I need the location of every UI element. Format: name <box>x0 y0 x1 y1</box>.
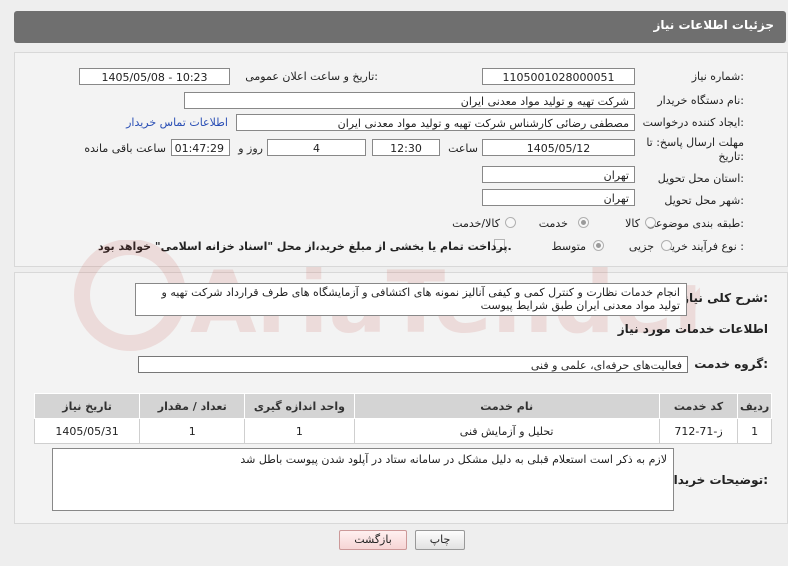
need-number-field[interactable]: 1105001028000051 <box>482 68 635 85</box>
page-header: جزئیات اطلاعات نیاز <box>14 11 786 43</box>
buyer-notes-label: توضیحات خریدار: <box>666 473 768 487</box>
category-goods-radio[interactable] <box>645 217 656 228</box>
remaining-time-field[interactable]: 01:47:29 <box>171 139 230 156</box>
process-medium-radio[interactable] <box>593 240 604 251</box>
category-service-radio[interactable] <box>578 217 589 228</box>
creator-label: ایجاد کننده درخواست: <box>642 116 744 129</box>
description-label: شرح کلی نیاز: <box>682 291 768 305</box>
city-label: شهر محل تحویل: <box>664 194 744 207</box>
print-button[interactable]: چاپ <box>415 530 465 550</box>
announce-label: تاریخ و ساعت اعلان عمومی: <box>245 70 378 83</box>
deadline-time-field[interactable]: 12:30 <box>372 139 440 156</box>
cell-need-date: 1405/05/31 <box>33 418 141 444</box>
category-label: طبقه بندی موضوعی: <box>646 217 744 230</box>
category-goods-service-radio[interactable] <box>505 217 516 228</box>
cell-service-name: تحلیل و آزمایش فنی <box>353 418 660 444</box>
col-need-date: تاریخ نیاز <box>33 393 141 419</box>
col-row: ردیف <box>737 393 772 419</box>
category-service-label: خدمت <box>538 217 568 230</box>
cell-row: 1 <box>737 418 772 444</box>
col-quantity: تعداد / مقدار <box>139 393 246 419</box>
services-table: ردیف کد خدمت نام خدمت واحد اندازه گیری ت… <box>33 393 772 444</box>
process-medium-label: متوسط <box>551 240 586 253</box>
need-number-label: شماره نیاز: <box>691 70 744 83</box>
remaining-time-label: ساعت باقی مانده <box>84 142 166 155</box>
cell-service-code: ز-71-712 <box>658 418 739 444</box>
process-minor-label: جزیی <box>628 240 654 253</box>
treasury-payment-note: پرداخت تمام یا بخشی از مبلغ خرید،از محل … <box>98 240 512 253</box>
col-service-name: نام خدمت <box>353 393 660 419</box>
services-heading: اطلاعات خدمات مورد نیاز <box>617 322 768 336</box>
creator-field[interactable]: مصطفی رضائی کارشناس شرکت تهیه و تولید مو… <box>236 114 635 131</box>
category-goods-service-label: کالا/خدمت <box>452 217 500 230</box>
buyer-notes-textarea[interactable]: لازم به ذکر است استعلام قبلی به دلیل مشک… <box>52 448 674 511</box>
remaining-days-field[interactable]: 4 <box>267 139 366 156</box>
buyer-org-field[interactable]: شرکت تهیه و تولید مواد معدنی ایران <box>184 92 635 109</box>
deadline-label-1: مهلت ارسال پاسخ: تا <box>646 136 744 149</box>
page-title: جزئیات اطلاعات نیاز <box>653 18 774 32</box>
days-label: روز و <box>238 142 263 155</box>
col-service-code: کد خدمت <box>658 393 739 419</box>
city-field[interactable]: تهران <box>482 189 635 206</box>
province-field[interactable]: تهران <box>482 166 635 183</box>
table-row: 1 ز-71-712 تحلیل و آزمایش فنی 1 1 1405/0… <box>33 418 772 444</box>
process-minor-radio[interactable] <box>661 240 672 251</box>
description-textarea[interactable]: انجام خدمات نظارت و کنترل کمی و کیفی آنا… <box>135 283 687 316</box>
announce-datetime-field[interactable]: 1405/05/08 - 10:23 <box>79 68 230 85</box>
deadline-time-label: ساعت <box>448 142 478 155</box>
cell-quantity: 1 <box>139 418 246 444</box>
service-group-field[interactable]: فعالیت‌های حرفه‌ای، علمی و فنی <box>138 356 688 373</box>
province-label: استان محل تحویل: <box>657 172 744 185</box>
services-table-header: ردیف کد خدمت نام خدمت واحد اندازه گیری ت… <box>33 393 772 419</box>
deadline-label-2: تاریخ: <box>718 150 744 163</box>
buyer-org-label: نام دستگاه خریدار: <box>657 94 744 107</box>
buyer-contact-link[interactable]: اطلاعات تماس خریدار <box>124 116 228 129</box>
category-goods-label: کالا <box>625 217 640 230</box>
cell-unit: 1 <box>244 418 355 444</box>
service-group-label: گروه خدمت: <box>694 357 768 371</box>
process-label: نوع فرآیند خرید : <box>666 240 744 253</box>
deadline-date-field[interactable]: 1405/05/12 <box>482 139 635 156</box>
back-button[interactable]: بازگشت <box>339 530 407 550</box>
col-unit: واحد اندازه گیری <box>244 393 355 419</box>
